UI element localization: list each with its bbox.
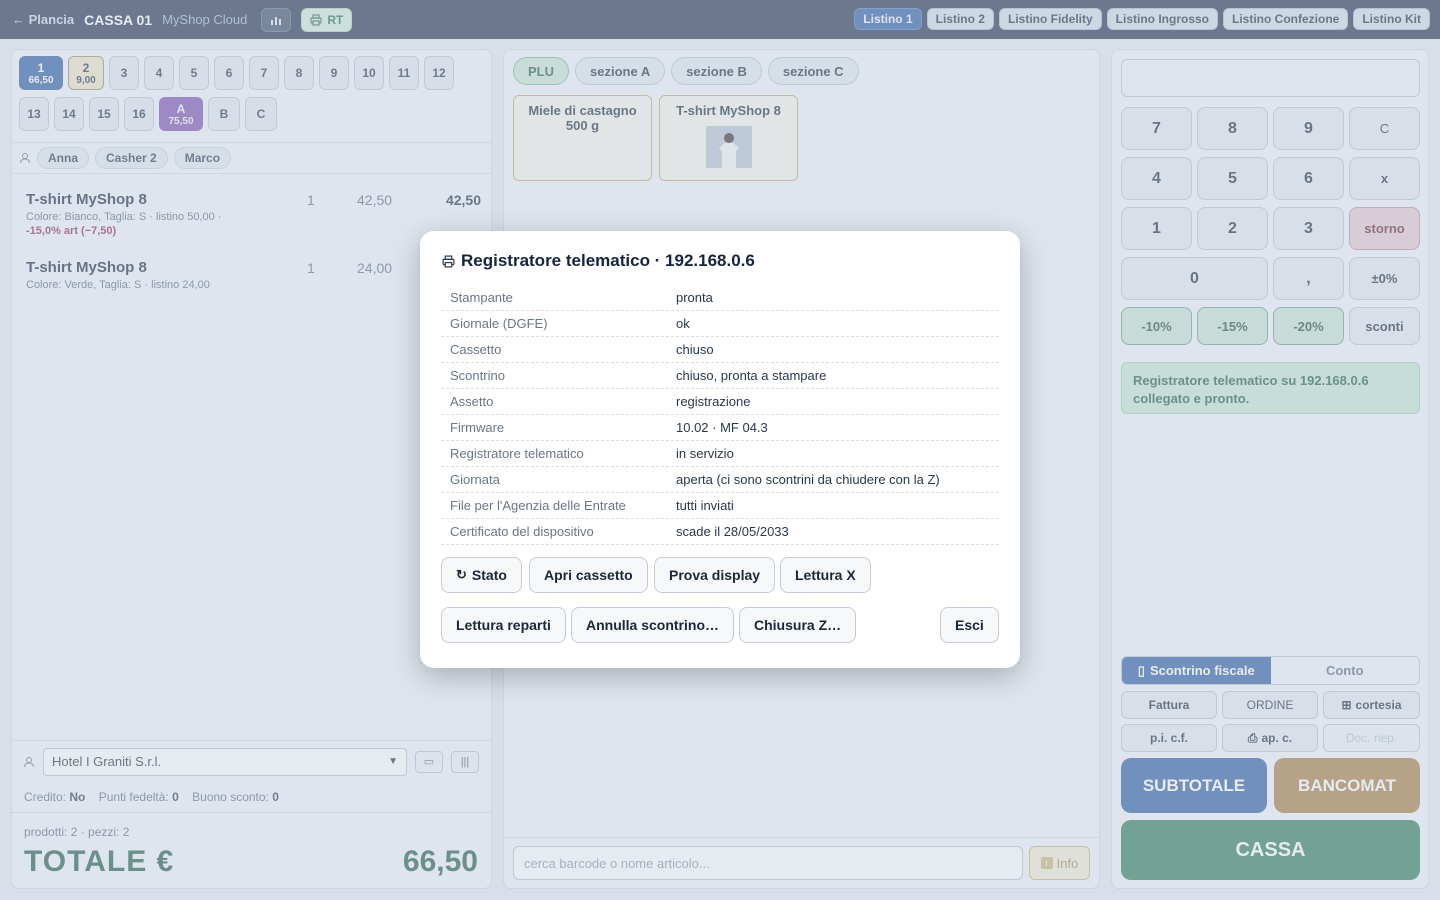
status-key: Cassetto [450,342,502,357]
printer-icon [442,254,455,268]
status-value: 10.02 · MF 04.3 [676,420,768,435]
status-value: scade il 28/05/2033 [676,524,789,539]
status-row: Giornata aperta (ci sono scontrini da chi… [441,467,999,493]
status-key: Assetto [450,394,494,409]
status-row: Stampante pronta [441,285,999,311]
refresh-icon: ↻ [456,567,467,582]
status-value: pronta [676,290,713,305]
status-row: Assetto registrazione [441,389,999,415]
status-key: Stampante [450,290,513,305]
status-row: Giornale (DGFE) ok [441,311,999,337]
status-row: Certificato del dispositivo scade il 28/0… [441,519,999,545]
annulla-scontrino-button[interactable]: Annulla scontrino… [571,607,734,643]
status-row: Scontrino chiuso, pronta a stampare [441,363,999,389]
status-row: Firmware 10.02 · MF 04.3 [441,415,999,441]
stato-label: Stato [471,567,507,583]
lettura-x-button[interactable]: Lettura X [780,557,871,593]
status-key: Certificato del dispositivo [450,524,594,539]
status-value: aperta (ci sono scontrini da chiudere co… [676,472,940,487]
apri-cassetto-button[interactable]: Apri cassetto [529,557,648,593]
status-key: Giornale (DGFE) [450,316,548,331]
status-key: File per l'Agenzia delle Entrate [450,498,626,513]
lettura-reparti-button[interactable]: Lettura reparti [441,607,566,643]
status-table: Stampante pronta Giornale (DGFE) ok Casset… [441,285,999,545]
status-value: chiuso, pronta a stampare [676,368,827,383]
dialog-title-text: Registratore telematico · 192.168.0.6 [461,251,755,270]
status-row: File per l'Agenzia delle Entrate tutti in… [441,493,999,519]
status-key: Giornata [450,472,500,487]
status-row: Cassetto chiuso [441,337,999,363]
stato-button[interactable]: ↻ Stato [441,557,522,593]
status-key: Registratore telematico [450,446,584,461]
status-row: Registratore telematico in servizio [441,441,999,467]
status-key: Firmware [450,420,505,435]
status-value: chiuso [676,342,714,357]
status-value: in servizio [676,446,734,461]
status-value: ok [676,316,690,331]
prova-display-button[interactable]: Prova display [654,557,776,593]
chiusura-z-button[interactable]: Chiusura Z… [739,607,857,643]
status-value: tutti inviati [676,498,734,513]
rt-status-dialog: Registratore telematico · 192.168.0.6 St… [420,231,1020,668]
dialog-title: Registratore telematico · 192.168.0.6 [442,251,755,271]
status-key: Scontrino [450,368,505,383]
status-value: registrazione [676,394,751,409]
esci-button[interactable]: Esci [940,607,999,643]
